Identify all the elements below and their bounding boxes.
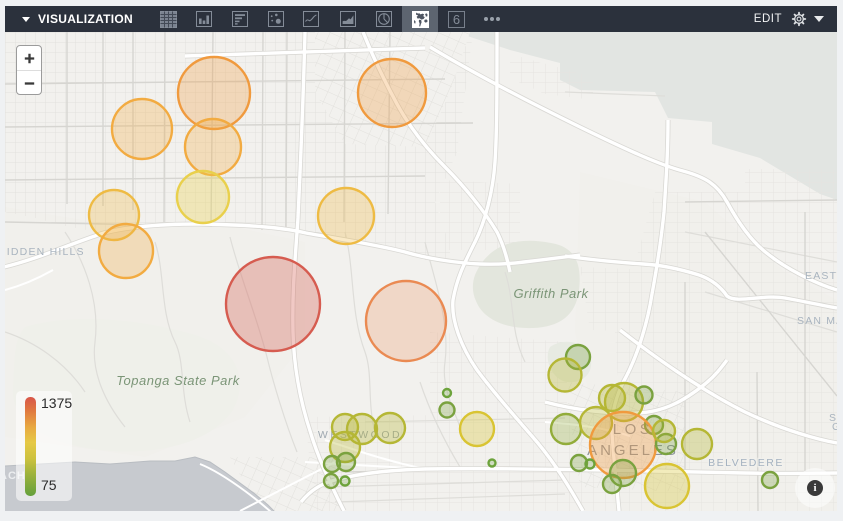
svg-text:Topanga State Park: Topanga State Park bbox=[116, 373, 240, 388]
svg-text:HIDDEN HILLS: HIDDEN HILLS bbox=[5, 246, 85, 258]
svg-text:Griffith Park: Griffith Park bbox=[513, 286, 589, 301]
svg-text:SAN MA: SAN MA bbox=[797, 315, 837, 327]
svg-text:BELVEDERE: BELVEDERE bbox=[708, 457, 784, 469]
svg-text:G: G bbox=[832, 421, 837, 433]
svg-text:6: 6 bbox=[452, 12, 459, 27]
svg-text:EAST L: EAST L bbox=[805, 270, 837, 282]
